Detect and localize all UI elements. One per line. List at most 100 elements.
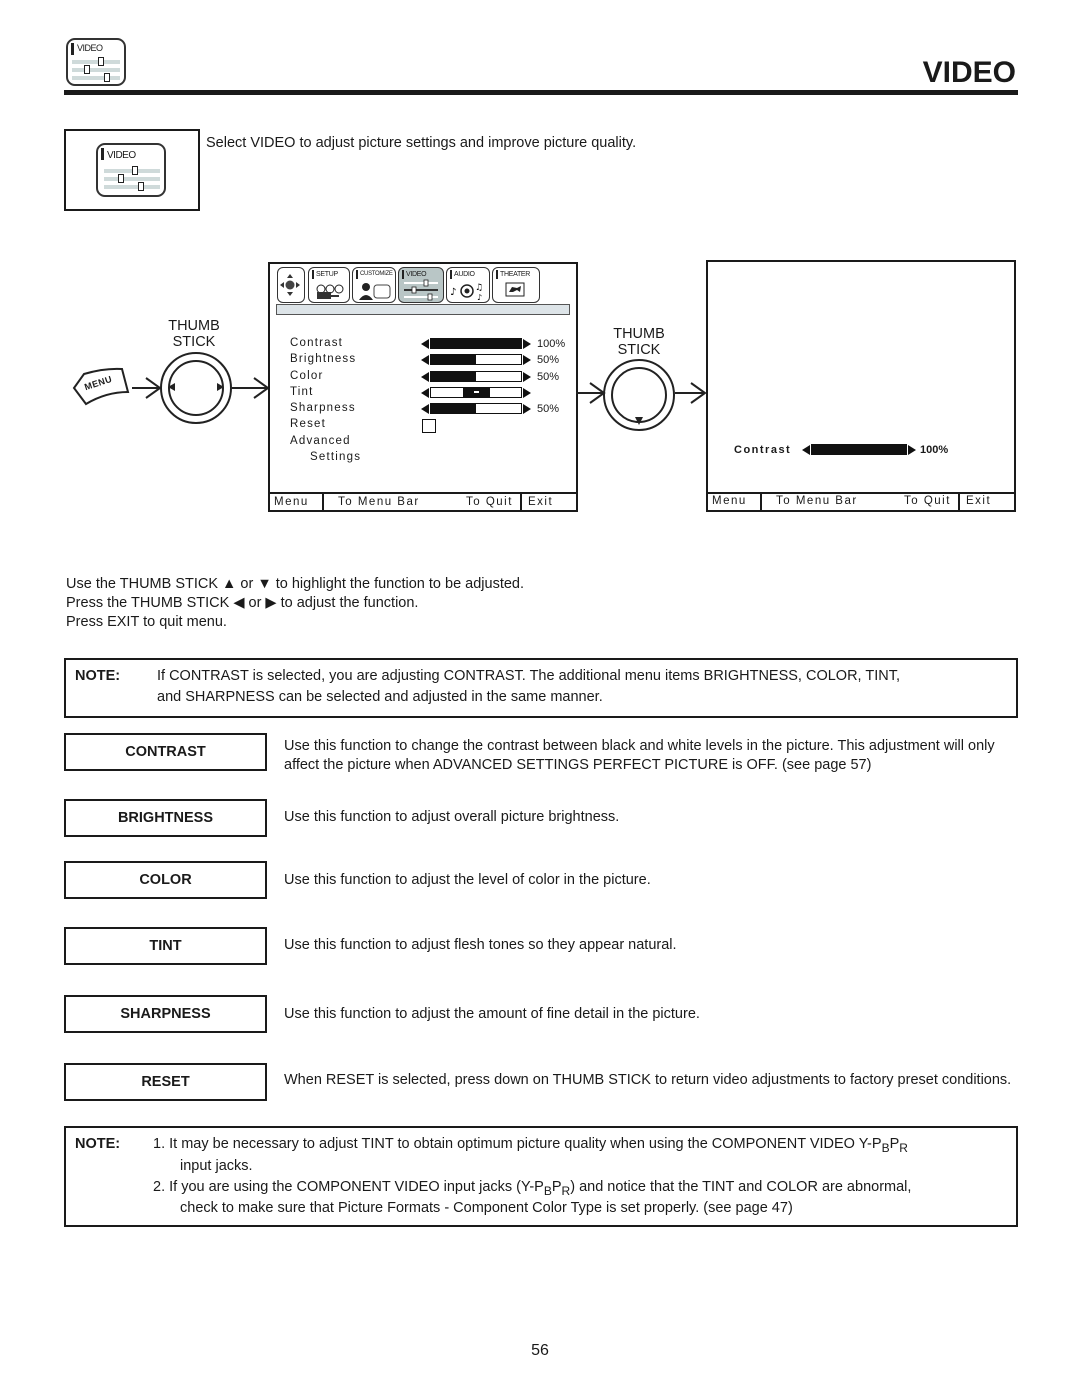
increase-arrow-icon[interactable] [523, 372, 531, 382]
function-label-tint: TINT [64, 927, 267, 965]
color-slider[interactable] [421, 371, 531, 383]
arrow-right-icon [576, 382, 606, 404]
subscript: B [543, 1184, 552, 1198]
arrow-right-icon [675, 382, 707, 404]
brightness-value: 50% [537, 354, 560, 366]
video-menu-icon: VIDEO [96, 143, 166, 197]
person-icon [359, 283, 391, 300]
page-number: 56 [531, 1342, 549, 1359]
instruction-line: Use the THUMB STICK ▲ or ▼ to highlight … [66, 576, 525, 592]
increase-arrow-icon[interactable] [523, 355, 531, 365]
intro-text: Select VIDEO to adjust picture settings … [206, 135, 637, 151]
menu-item-list: Contrast Brightness Color Tint Sharpness… [290, 335, 361, 465]
onscreen-adjust-screen [706, 260, 1016, 512]
slider-fill [431, 355, 476, 364]
arrow-right-icon [232, 377, 270, 399]
menu-item-sharpness[interactable]: Sharpness [290, 400, 361, 416]
note-box: NOTE: If CONTRAST is selected, you are a… [64, 658, 1018, 718]
slider-fill [812, 445, 906, 454]
note-text: 2. If you are using the COMPONENT VIDEO … [153, 1179, 544, 1195]
tab-label: VIDEO [406, 271, 427, 278]
menu-item-brightness[interactable]: Brightness [290, 351, 361, 367]
camera-icon [316, 284, 344, 299]
decrease-arrow-icon[interactable] [802, 445, 810, 455]
footer-to-quit: To Quit [904, 495, 951, 507]
subscript: B [881, 1141, 890, 1155]
thumb-stick-label-line1: THUMB [613, 326, 665, 342]
film-icon [505, 282, 525, 297]
thumb-stick-label: THUMB STICK [605, 326, 673, 358]
note-label: NOTE: [75, 1136, 121, 1152]
detail-value: 100% [920, 444, 949, 456]
instructions: Use the THUMB STICK ▲ or ▼ to highlight … [66, 575, 524, 632]
menu-item-color[interactable]: Color [290, 368, 361, 384]
tab-customize[interactable]: CUSTOMIZE [352, 267, 396, 303]
video-menu-icon: VIDEO [66, 38, 126, 86]
decrease-arrow-icon[interactable] [421, 355, 429, 365]
tab-theater[interactable]: THEATER [492, 267, 540, 303]
function-desc-color: Use this function to adjust the level of… [284, 872, 651, 888]
svg-text:♪: ♪ [450, 287, 456, 298]
tab-label: AUDIO [454, 271, 475, 278]
tab-label: THEATER [500, 271, 531, 278]
thumb-stick-label-line2: STICK [617, 342, 661, 358]
note-text: P [889, 1136, 900, 1152]
footer-divider [322, 494, 324, 510]
sharpness-value: 50% [537, 403, 560, 415]
footer-to-quit: To Quit [466, 496, 513, 508]
footer-exit: Exit [966, 495, 992, 507]
tint-slider[interactable] [421, 387, 531, 399]
slider-fill [431, 372, 476, 381]
increase-arrow-icon[interactable] [523, 404, 531, 414]
sharpness-slider[interactable] [421, 403, 531, 415]
function-desc-brightness: Use this function to adjust overall pict… [284, 809, 620, 825]
function-desc-reset: When RESET is selected, press down on TH… [284, 1072, 1012, 1088]
menu-item-settings[interactable]: Settings [290, 449, 361, 465]
menu-tab-bar: SETUP CUSTOMIZE VIDEO AUDIO ♪ ♫ ♪ THEATE… [273, 267, 565, 305]
svg-text:♫: ♫ [475, 283, 483, 293]
tint-center-mark [473, 391, 479, 393]
thumb-stick-press-icon [603, 359, 675, 431]
tab-video[interactable]: VIDEO [398, 267, 444, 303]
menu-item-advanced[interactable]: Advanced [290, 433, 361, 449]
note-item-1: 1. It may be necessary to adjust TINT to… [153, 1134, 908, 1159]
decrease-arrow-icon[interactable] [421, 339, 429, 349]
video-icon-label: VIDEO [107, 150, 136, 161]
brightness-slider[interactable] [421, 354, 531, 366]
note-text: If CONTRAST is selected, you are adjusti… [157, 666, 900, 708]
tab-audio[interactable]: AUDIO ♪ ♫ ♪ [446, 267, 490, 303]
increase-arrow-icon[interactable] [523, 388, 531, 398]
detail-label: Contrast [734, 444, 792, 456]
function-desc-tint: Use this function to adjust flesh tones … [284, 937, 677, 953]
menu-item-reset[interactable]: Reset [290, 416, 361, 432]
tab-label: SETUP [316, 271, 338, 278]
note-text: 1. It may be necessary to adjust TINT to… [153, 1136, 882, 1152]
footer-to-menu-bar: To Menu Bar [338, 496, 420, 508]
tab-setup[interactable]: SETUP [308, 267, 350, 303]
detail-contrast-slider[interactable] [802, 444, 916, 456]
footer-divider [760, 494, 762, 510]
note-line: If CONTRAST is selected, you are adjusti… [157, 668, 900, 684]
function-desc-contrast: Use this function to change the contrast… [284, 738, 995, 773]
nav-dpad-tab[interactable] [277, 267, 305, 303]
thumb-stick-label-line2: STICK [172, 334, 216, 350]
note-item-2-cont: check to make sure that Picture Formats … [180, 1200, 793, 1216]
thumb-stick-left-right-icon [160, 352, 232, 424]
slider-fill [431, 339, 521, 348]
increase-arrow-icon[interactable] [523, 339, 531, 349]
reset-checkbox[interactable] [422, 419, 436, 433]
footer-exit: Exit [528, 496, 554, 508]
menu-item-contrast[interactable]: Contrast [290, 335, 361, 351]
note-label: NOTE: [75, 668, 121, 684]
menu-item-tint[interactable]: Tint [290, 384, 361, 400]
arrow-right-icon [132, 377, 162, 399]
footer-divider [520, 494, 522, 510]
decrease-arrow-icon[interactable] [421, 372, 429, 382]
footer-to-menu-bar: To Menu Bar [776, 495, 858, 507]
decrease-arrow-icon[interactable] [421, 404, 429, 414]
increase-arrow-icon[interactable] [908, 445, 916, 455]
menu-footer: Menu To Menu Bar To Quit Exit [706, 494, 1014, 510]
decrease-arrow-icon[interactable] [421, 388, 429, 398]
contrast-slider[interactable] [421, 338, 531, 350]
note-item-1-cont: input jacks. [180, 1158, 253, 1174]
